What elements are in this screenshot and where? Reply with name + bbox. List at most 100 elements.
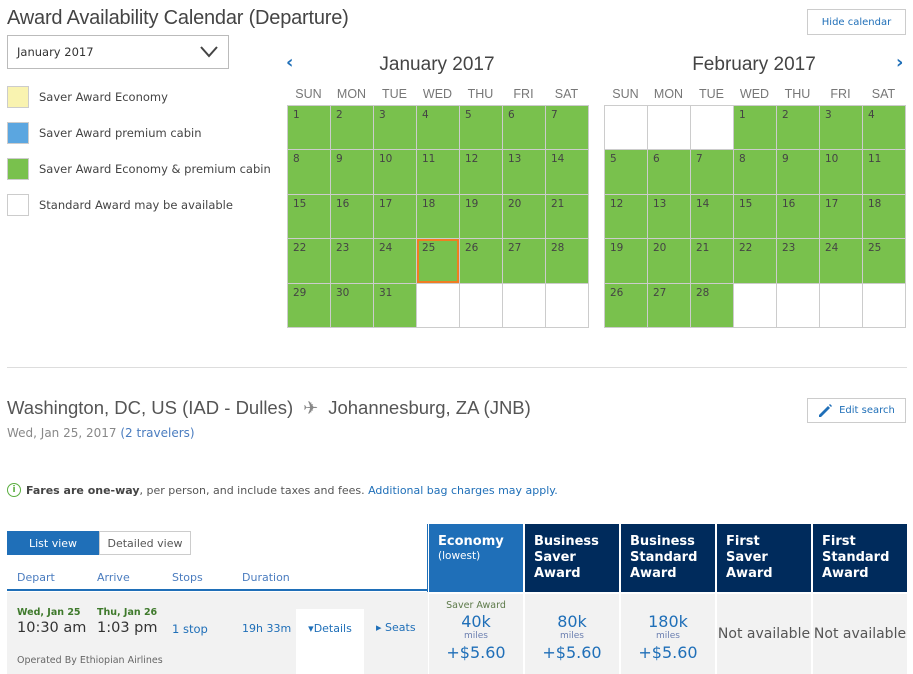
calendar-empty-cell: [734, 283, 777, 328]
calendar-day[interactable]: 19: [460, 194, 503, 240]
calendar-day[interactable]: 2: [777, 106, 820, 151]
calendar-day[interactable]: 12: [460, 150, 503, 195]
fare-cell: Not available: [717, 594, 811, 674]
seats-button[interactable]: ▸ Seats: [376, 621, 416, 634]
list-view-tab[interactable]: List view: [7, 531, 99, 555]
month-select[interactable]: January 2017: [7, 35, 229, 69]
calendar-day[interactable]: 18: [417, 194, 460, 240]
calendar-day[interactable]: 18: [863, 194, 906, 240]
calendar-day[interactable]: 10: [820, 150, 863, 195]
col-depart[interactable]: Depart: [17, 571, 55, 584]
calendar-day[interactable]: 14: [691, 194, 734, 240]
destination: Johannesburg, ZA (JNB): [328, 397, 531, 418]
cabin-title: Business Saver Award: [534, 534, 599, 581]
calendar-day[interactable]: 11: [863, 150, 906, 195]
edit-search-button[interactable]: Edit search: [807, 398, 906, 423]
calendar-day[interactable]: 26: [460, 239, 503, 284]
calendar-empty-cell: [503, 283, 546, 328]
col-stops[interactable]: Stops: [172, 571, 203, 584]
calendar-day[interactable]: 29: [288, 283, 331, 328]
calendar-day[interactable]: 2: [331, 106, 374, 151]
calendar-day[interactable]: 23: [331, 239, 374, 284]
legend-item: Standard Award may be available: [7, 194, 277, 216]
cabin-header[interactable]: First Standard Award: [813, 524, 907, 592]
calendar-day[interactable]: 21: [691, 239, 734, 284]
calendar-day[interactable]: 5: [460, 106, 503, 151]
calendar-day[interactable]: 27: [648, 283, 691, 328]
travelers-link[interactable]: (2 travelers): [120, 426, 194, 440]
calendar-empty-cell: [820, 283, 863, 328]
calendar-day[interactable]: 26: [605, 283, 648, 328]
calendar-day[interactable]: 16: [777, 194, 820, 240]
details-label: Details: [313, 622, 352, 635]
calendar-day[interactable]: 5: [605, 150, 648, 195]
cabin-header[interactable]: Business Standard Award: [621, 524, 715, 592]
stops-link[interactable]: 1 stop: [172, 622, 208, 636]
legend-swatch: [7, 86, 29, 108]
calendar-day[interactable]: 10: [374, 150, 417, 195]
calendar-day[interactable]: 11: [417, 150, 460, 195]
legend-label: Saver Award Economy & premium cabin: [39, 162, 271, 176]
calendar-day[interactable]: 15: [288, 194, 331, 240]
calendar-day[interactable]: 13: [503, 150, 546, 195]
calendar-day[interactable]: 25: [417, 239, 460, 284]
calendar-day[interactable]: 13: [648, 194, 691, 240]
not-available: Not available: [813, 626, 907, 642]
calendar-day[interactable]: 8: [734, 150, 777, 195]
details-button[interactable]: ▾Details: [296, 609, 364, 674]
page-title: Award Availability Calendar (Departure): [7, 7, 349, 29]
calendar-day[interactable]: 23: [777, 239, 820, 284]
calendar-day[interactable]: 7: [691, 150, 734, 195]
calendar-empty-cell: [777, 283, 820, 328]
calendar-day[interactable]: 30: [331, 283, 374, 328]
calendar-day[interactable]: 6: [503, 106, 546, 151]
calendar-day[interactable]: 21: [546, 194, 589, 240]
weekday-header: SUN MON TUE WED THU FRI SAT: [287, 87, 589, 101]
calendar-day[interactable]: 28: [691, 283, 734, 328]
arrive-date: Thu, Jan 26: [97, 607, 158, 618]
calendar-day[interactable]: 8: [288, 150, 331, 195]
calendar-day[interactable]: 6: [648, 150, 691, 195]
col-arrive[interactable]: Arrive: [97, 571, 130, 584]
calendar-month-title: January 2017: [379, 54, 495, 75]
cabin-header[interactable]: Business Saver Award: [525, 524, 619, 592]
calendar-day[interactable]: 14: [546, 150, 589, 195]
fare-cell[interactable]: Saver Award 40k miles +$5.60: [429, 594, 523, 674]
calendar-day[interactable]: 4: [863, 106, 906, 151]
weekday-label: THU: [467, 87, 494, 101]
calendar-day[interactable]: 12: [605, 194, 648, 240]
calendar-day[interactable]: 20: [503, 194, 546, 240]
calendar-day[interactable]: 27: [503, 239, 546, 284]
calendar-day[interactable]: 19: [605, 239, 648, 284]
calendar-day[interactable]: 1: [288, 106, 331, 151]
cabin-header[interactable]: First Saver Award: [717, 524, 811, 592]
calendar-day[interactable]: 31: [374, 283, 417, 328]
calendar-empty-cell: [605, 106, 648, 151]
calendar-day[interactable]: 9: [331, 150, 374, 195]
calendar-day[interactable]: 4: [417, 106, 460, 151]
calendar-day[interactable]: 9: [777, 150, 820, 195]
calendar-day[interactable]: 24: [820, 239, 863, 284]
hide-calendar-button[interactable]: Hide calendar: [807, 9, 906, 35]
depart-time: 10:30 am: [17, 620, 87, 636]
fare-cell[interactable]: 180k miles +$5.60: [621, 594, 715, 674]
fare-cell[interactable]: 80k miles +$5.60: [525, 594, 619, 674]
calendar-day[interactable]: 16: [331, 194, 374, 240]
col-duration[interactable]: Duration: [242, 571, 290, 584]
calendar-day[interactable]: 20: [648, 239, 691, 284]
calendar-day[interactable]: 17: [374, 194, 417, 240]
calendar-day[interactable]: 17: [820, 194, 863, 240]
calendar-day[interactable]: 1: [734, 106, 777, 151]
calendar-day[interactable]: 25: [863, 239, 906, 284]
calendar-day[interactable]: 3: [820, 106, 863, 151]
detailed-view-tab[interactable]: Detailed view: [99, 531, 191, 555]
calendar-day[interactable]: 22: [734, 239, 777, 284]
calendar-day[interactable]: 3: [374, 106, 417, 151]
calendar-day[interactable]: 24: [374, 239, 417, 284]
calendar-day[interactable]: 7: [546, 106, 589, 151]
calendar-day[interactable]: 15: [734, 194, 777, 240]
calendar-day[interactable]: 22: [288, 239, 331, 284]
calendar-day[interactable]: 28: [546, 239, 589, 284]
cabin-header[interactable]: Economy (lowest): [429, 524, 523, 592]
bag-charges-link[interactable]: Additional bag charges may apply.: [368, 484, 558, 497]
